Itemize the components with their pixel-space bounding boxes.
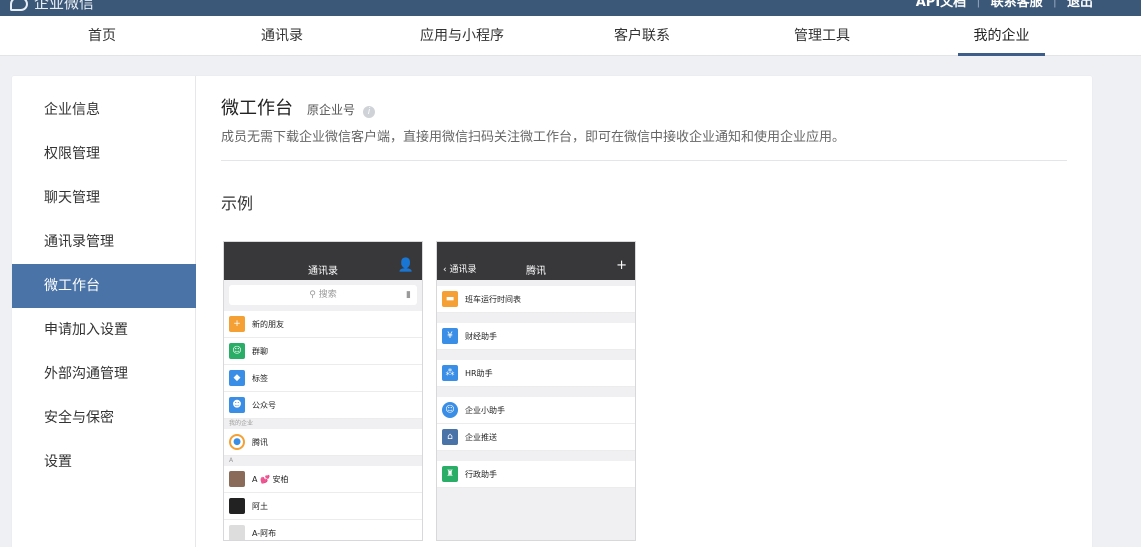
phone-header: 通讯录 👤 — [224, 242, 422, 280]
section-title: 示例 — [221, 194, 254, 213]
list-item-label: 企业推送 — [465, 432, 497, 442]
home-icon: ⌂ — [442, 429, 458, 445]
page-description: 成员无需下载企业微信客户端，直接用微信扫码关注微工作台，即可在微信中接收企业通知… — [221, 130, 846, 145]
new-friend-icon: + — [229, 316, 245, 332]
phone-search-box: ⚲ 搜索 ▮ — [229, 285, 417, 305]
sidebar-item-settings[interactable]: 设置 — [12, 440, 196, 484]
list-item: ▬ 班车运行时间表 — [437, 286, 635, 313]
hr-icon: ⁂ — [442, 365, 458, 381]
company-logo-icon: ● — [229, 434, 245, 450]
list-item: 阿土 — [224, 493, 422, 520]
list-item: ☺ 企业小助手 — [437, 397, 635, 424]
link-separator: | — [1052, 0, 1057, 8]
list-item: ⁂ HR助手 — [437, 360, 635, 387]
search-icon: ⚲ — [309, 290, 316, 300]
list-item-label: HR助手 — [465, 368, 493, 378]
list-item-label: 阿土 — [252, 501, 268, 511]
add-contact-icon: 👤 — [397, 258, 414, 273]
list-item-label: 班车运行时间表 — [465, 294, 521, 304]
active-tab-indicator — [958, 53, 1045, 56]
logout-link[interactable]: 退出 — [1067, 0, 1093, 10]
list-item-label: 公众号 — [252, 400, 276, 410]
tab-home[interactable]: 首页 — [68, 16, 136, 56]
finance-icon: ¥ — [442, 328, 458, 344]
top-links: API文档 | 联系客服 | 退出 — [916, 0, 1093, 10]
list-item-label: 新的朋友 — [252, 319, 284, 329]
avatar — [229, 525, 245, 540]
wework-logo-icon — [10, 0, 28, 11]
list-item-label: 腾讯 — [252, 437, 268, 447]
list-item-label: 标签 — [252, 373, 268, 383]
list-item: ● 腾讯 — [224, 429, 422, 456]
tab-contacts[interactable]: 通讯录 — [248, 16, 316, 56]
assistant-icon: ☺ — [442, 402, 458, 418]
tab-customer-contact[interactable]: 客户联系 — [600, 16, 684, 56]
list-item-label: 企业小助手 — [465, 405, 505, 415]
phone-title: 通讯录 — [308, 266, 338, 277]
admin-icon: ♜ — [442, 466, 458, 482]
official-account-icon: ☻ — [229, 397, 245, 413]
info-icon[interactable]: i — [363, 106, 376, 118]
page-title: 微工作台 — [221, 98, 293, 119]
sidebar-item-workbench[interactable]: 微工作台 — [12, 264, 196, 308]
avatar — [229, 471, 245, 487]
avatar — [229, 498, 245, 514]
list-item-label: A 💕 安柏 — [252, 474, 289, 484]
tag-icon: ◆ — [229, 370, 245, 386]
main-nav: 首页 通讯录 应用与小程序 客户联系 管理工具 我的企业 — [0, 16, 1141, 56]
page-subtitle: 原企业号 i — [307, 101, 376, 118]
top-bar: 企业微信 API文档 | 联系客服 | 退出 — [0, 0, 1141, 16]
list-item: ¥ 财经助手 — [437, 323, 635, 350]
contact-support-link[interactable]: 联系客服 — [991, 0, 1043, 10]
mic-icon: ▮ — [406, 290, 411, 300]
sidebar-item-contacts[interactable]: 通讯录管理 — [12, 220, 196, 264]
letter-label: A — [229, 457, 234, 464]
group-chat-icon: ☺ — [229, 343, 245, 359]
main-card: 企业信息 权限管理 聊天管理 通讯录管理 微工作台 申请加入设置 外部沟通管理 … — [12, 76, 1092, 547]
sidebar-item-permissions[interactable]: 权限管理 — [12, 132, 196, 176]
plus-icon: + — [616, 258, 627, 273]
tab-my-company-label: 我的企业 — [973, 28, 1030, 44]
tab-apps[interactable]: 应用与小程序 — [408, 16, 516, 56]
title-row: 微工作台 原企业号 i — [221, 94, 376, 120]
api-docs-link[interactable]: API文档 — [916, 0, 966, 10]
list-item: ☻ 公众号 — [224, 392, 422, 419]
list-item: ◆ 标签 — [224, 365, 422, 392]
sidebar-item-join-settings[interactable]: 申请加入设置 — [12, 308, 196, 352]
sidebar-item-security[interactable]: 安全与保密 — [12, 396, 196, 440]
search-placeholder: 搜索 — [318, 290, 337, 300]
list-item-label: 财经助手 — [465, 331, 497, 341]
divider — [221, 160, 1067, 161]
app-title: 企业微信 — [34, 0, 95, 12]
phone-mockup-company: ‹ 通讯录 腾讯 + ▬ 班车运行时间表 ¥ 财经助手 ⁂ HR助手 ☺ 企业小助手 ⌂… — [436, 241, 636, 541]
sidebar-item-company-info[interactable]: 企业信息 — [12, 88, 196, 132]
list-item-label: 行政助手 — [465, 469, 497, 479]
phone-header: ‹ 通讯录 腾讯 + — [437, 242, 635, 280]
tab-management-tools[interactable]: 管理工具 — [780, 16, 864, 56]
app-logo[interactable]: 企业微信 — [10, 0, 94, 13]
tab-my-company[interactable]: 我的企业 — [958, 16, 1045, 56]
sidebar: 企业信息 权限管理 聊天管理 通讯录管理 微工作台 申请加入设置 外部沟通管理 … — [12, 76, 196, 547]
phone-title: 腾讯 — [526, 266, 546, 277]
list-item: ☺ 群聊 — [224, 338, 422, 365]
subtitle-text: 原企业号 — [307, 103, 356, 117]
link-separator: | — [976, 0, 981, 8]
phone-mockup-contacts: 通讯录 👤 ⚲ 搜索 ▮ + 新的朋友 ☺ 群聊 ◆ 标签 ☻ 公众号 我的企业 ● 腾讯… — [223, 241, 423, 541]
list-item: + 新的朋友 — [224, 311, 422, 338]
list-item-label: 群聊 — [252, 346, 268, 356]
bus-icon: ▬ — [442, 291, 458, 307]
sidebar-item-chat[interactable]: 聊天管理 — [12, 176, 196, 220]
list-item: A-阿布 — [224, 520, 422, 540]
list-item: ♜ 行政助手 — [437, 461, 635, 488]
list-item: ⌂ 企业推送 — [437, 424, 635, 451]
sidebar-item-external[interactable]: 外部沟通管理 — [12, 352, 196, 396]
list-item-label: A-阿布 — [252, 528, 277, 538]
group-label: 我的企业 — [229, 420, 254, 427]
list-item: A 💕 安柏 — [224, 466, 422, 493]
